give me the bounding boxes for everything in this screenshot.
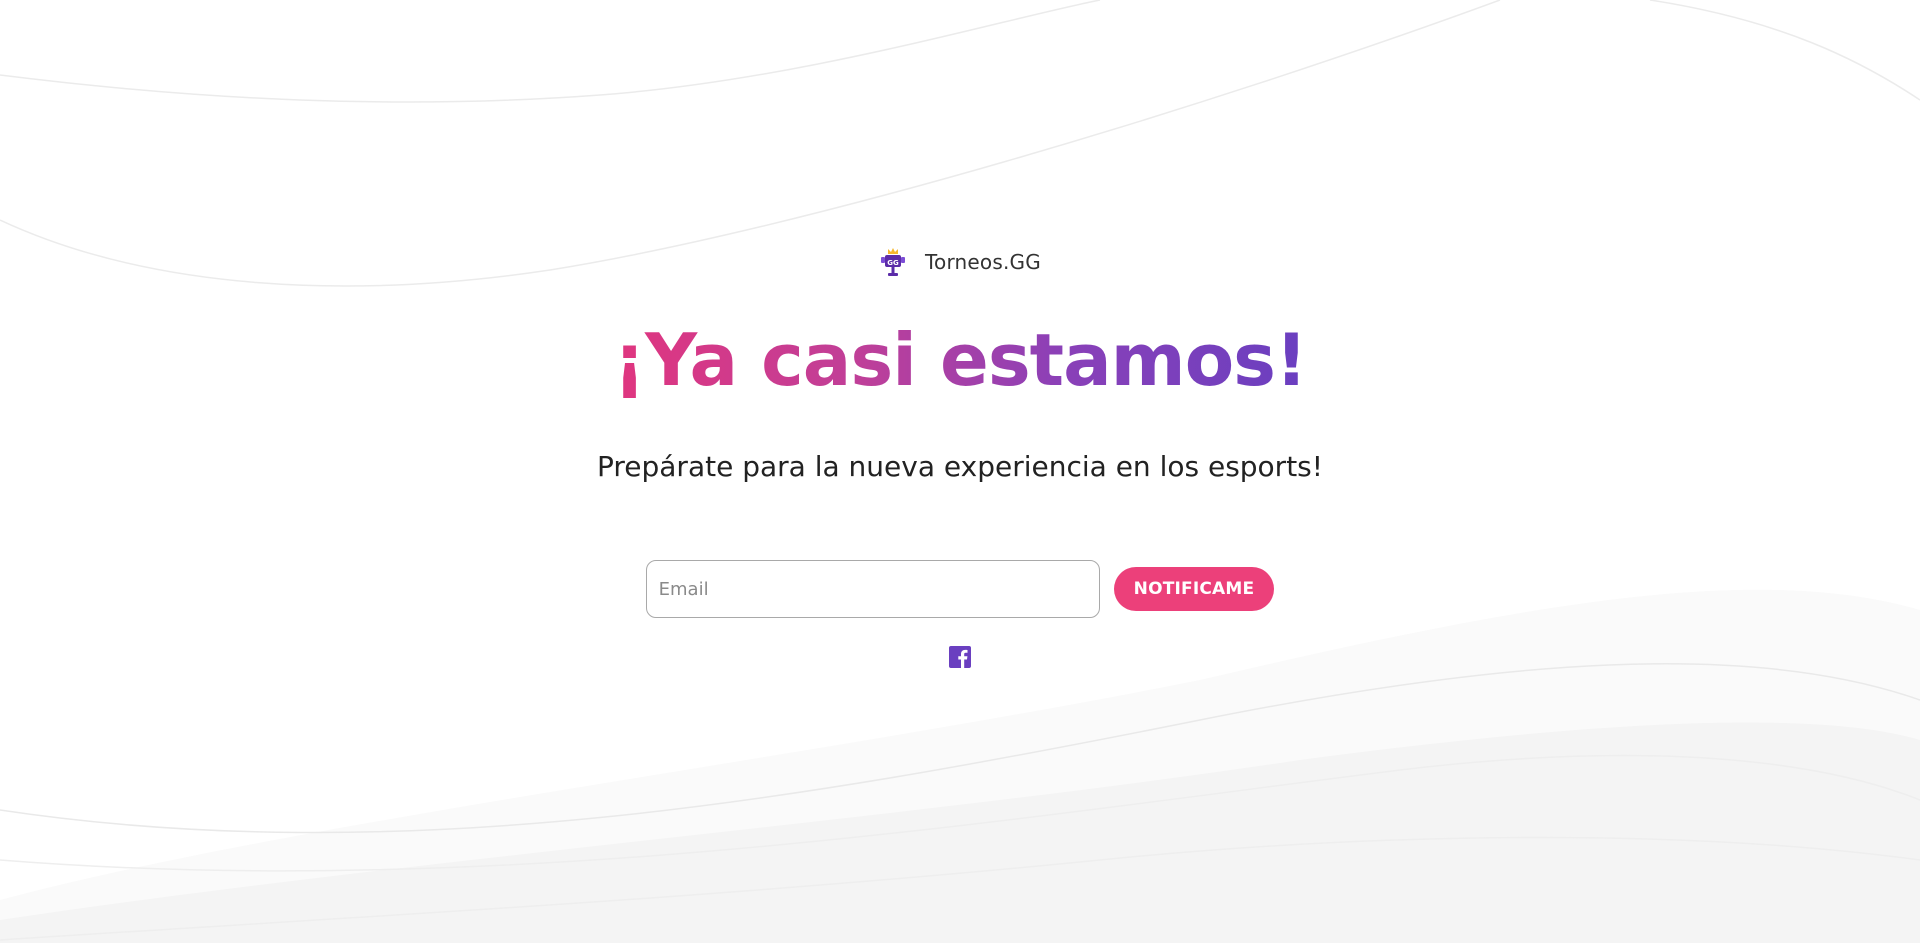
- page-subtitle: Prepárate para la nueva experiencia en l…: [596, 450, 1323, 483]
- coming-soon-page: GG Torneos.GG ¡Ya casi estamos! Prepárat…: [0, 0, 1920, 943]
- social-links: [0, 646, 1920, 668]
- page-title: ¡Ya casi estamos!: [0, 312, 1920, 408]
- main-content: GG Torneos.GG ¡Ya casi estamos! Prepárat…: [0, 0, 1920, 943]
- facebook-icon: [949, 646, 971, 668]
- email-input[interactable]: [645, 560, 1100, 618]
- brand-name: Torneos.GG: [925, 250, 1041, 274]
- brand[interactable]: GG Torneos.GG: [0, 246, 1920, 278]
- trophy-logo-icon: GG: [881, 248, 906, 276]
- notify-form: NOTIFICAME: [0, 560, 1920, 618]
- svg-text:GG: GG: [887, 259, 899, 267]
- page-title-text: ¡Ya casi estamos!: [613, 318, 1308, 402]
- notify-button[interactable]: NOTIFICAME: [1113, 567, 1275, 611]
- facebook-link[interactable]: [949, 646, 971, 668]
